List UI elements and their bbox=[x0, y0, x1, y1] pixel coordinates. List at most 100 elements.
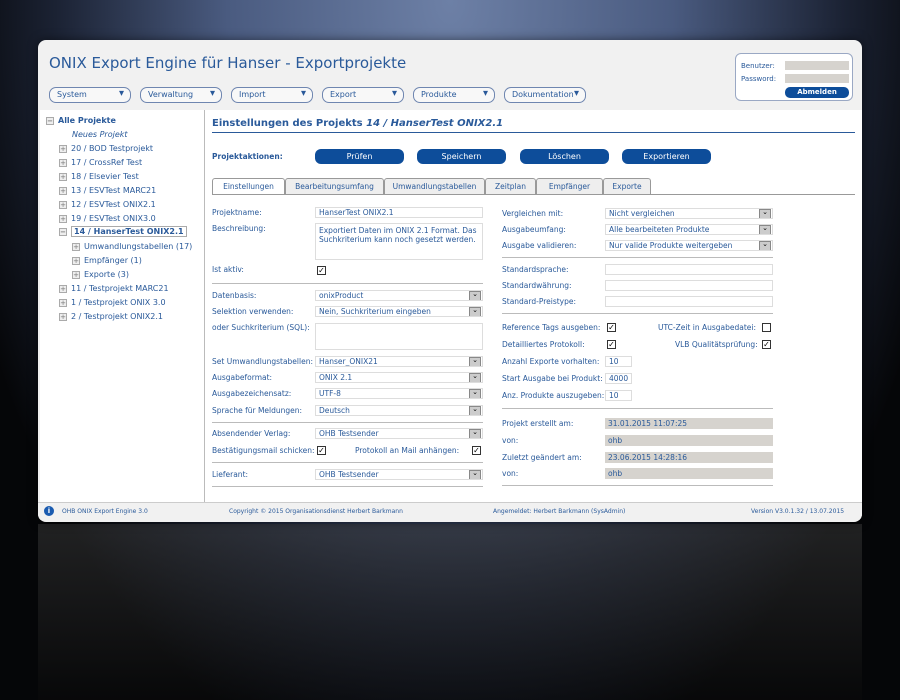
collapse-icon[interactable]: − bbox=[46, 116, 54, 125]
verlag-select[interactable]: OHB Testsender bbox=[315, 428, 483, 439]
expand-icon[interactable]: + bbox=[72, 256, 80, 265]
vergleichen-select[interactable]: Nicht vergleichen bbox=[605, 208, 773, 219]
app-title: ONIX Export Engine für Hanser - Exportpr… bbox=[49, 54, 407, 72]
vergleichen-label: Vergleichen mit: bbox=[502, 209, 564, 218]
selektion-select[interactable]: Nein, Suchkriterium eingeben bbox=[315, 306, 483, 317]
selektion-label: Selektion verwenden: bbox=[212, 307, 294, 316]
expand-icon[interactable]: + bbox=[59, 214, 67, 223]
title-divider bbox=[212, 132, 855, 133]
tree-item[interactable]: +20 / BOD Testprojekt bbox=[59, 144, 153, 153]
menu-produkte[interactable]: Produkte bbox=[413, 87, 495, 103]
expand-icon[interactable]: + bbox=[59, 186, 67, 195]
sql-textarea[interactable] bbox=[315, 323, 483, 350]
tab-umwandlungstabellen[interactable]: Umwandlungstabellen bbox=[384, 178, 485, 194]
validieren-label: Ausgabe validieren: bbox=[502, 241, 577, 250]
protokoll-checkbox[interactable]: ✓ bbox=[472, 446, 481, 455]
menu-export[interactable]: Export bbox=[322, 87, 404, 103]
collapse-icon[interactable]: − bbox=[59, 227, 67, 236]
verlag-label: Absendender Verlag: bbox=[212, 429, 291, 438]
set-label: Set Umwandlungstabellen: bbox=[212, 357, 313, 366]
vlb-label: VLB Qualitätsprüfung: bbox=[675, 340, 758, 349]
erstellt-value: 31.01.2015 11:07:25 bbox=[605, 418, 773, 429]
menu-import[interactable]: Import bbox=[231, 87, 313, 103]
footer-copyright: Copyright © 2015 Organisationsdienst Her… bbox=[229, 508, 403, 515]
footer-version: Version V3.0.1.32 / 13.07.2015 bbox=[751, 508, 845, 515]
expand-icon[interactable]: + bbox=[59, 284, 67, 293]
tab-zeitplan[interactable]: Zeitplan bbox=[485, 178, 536, 194]
tree-item[interactable]: +19 / ESVTest ONIX3.0 bbox=[59, 214, 156, 223]
preistype-input[interactable] bbox=[605, 296, 773, 307]
user-field[interactable] bbox=[785, 61, 849, 70]
tab-exporte[interactable]: Exporte bbox=[603, 178, 651, 194]
expand-icon[interactable]: + bbox=[59, 158, 67, 167]
tree-item[interactable]: +18 / Elsevier Test bbox=[59, 172, 139, 181]
expand-icon[interactable]: + bbox=[59, 172, 67, 181]
tree-new-project[interactable]: Neues Projekt bbox=[72, 130, 128, 139]
tree-child[interactable]: + Empfänger (1) bbox=[72, 256, 142, 265]
menu-verwaltung[interactable]: Verwaltung bbox=[140, 87, 222, 103]
tab-empfaenger[interactable]: Empfänger bbox=[536, 178, 603, 194]
aktiv-checkbox[interactable]: ✓ bbox=[317, 266, 326, 275]
detail-checkbox[interactable]: ✓ bbox=[607, 340, 616, 349]
tree-item[interactable]: +12 / ESVTest ONIX2.1 bbox=[59, 200, 156, 209]
divider bbox=[212, 462, 483, 463]
geaendert-label: Zuletzt geändert am: bbox=[502, 453, 582, 462]
validieren-select[interactable]: Nur valide Produkte weitergeben bbox=[605, 240, 773, 251]
tab-bearbeitungsumfang[interactable]: Bearbeitungsumfang bbox=[285, 178, 384, 194]
tree-child[interactable]: + Exporte (3) bbox=[72, 270, 129, 279]
divider bbox=[212, 486, 483, 487]
mail-checkbox[interactable]: ✓ bbox=[317, 446, 326, 455]
charset-label: Ausgabezeichensatz: bbox=[212, 389, 292, 398]
speichern-button[interactable]: Speichern bbox=[417, 149, 506, 164]
expand-icon[interactable]: + bbox=[59, 312, 67, 321]
menu-system[interactable]: System bbox=[49, 87, 131, 103]
expand-icon[interactable]: + bbox=[59, 144, 67, 153]
expand-icon[interactable]: + bbox=[72, 270, 80, 279]
app-window: ONIX Export Engine für Hanser - Exportpr… bbox=[38, 40, 862, 522]
expand-icon[interactable]: + bbox=[72, 242, 80, 251]
divider bbox=[502, 257, 773, 258]
anzahl-input[interactable]: 10 bbox=[605, 356, 632, 367]
loeschen-button[interactable]: Löschen bbox=[520, 149, 609, 164]
reftags-checkbox[interactable]: ✓ bbox=[607, 323, 616, 332]
tree-item[interactable]: +11 / Testprojekt MARC21 bbox=[59, 284, 169, 293]
standardwaehrung-input[interactable] bbox=[605, 280, 773, 291]
start-input[interactable]: 4000 bbox=[605, 373, 632, 384]
datenbasis-select[interactable]: onixProduct bbox=[315, 290, 483, 301]
tree-item[interactable]: +2 / Testprojekt ONIX2.1 bbox=[59, 312, 163, 321]
set-select[interactable]: Hanser_ONIX21 bbox=[315, 356, 483, 367]
logout-button[interactable]: Abmelden bbox=[785, 87, 849, 98]
utc-checkbox[interactable] bbox=[762, 323, 771, 332]
anz-input[interactable]: 10 bbox=[605, 390, 632, 401]
format-select[interactable]: ONIX 2.1 bbox=[315, 372, 483, 383]
pruefen-button[interactable]: Prüfen bbox=[315, 149, 404, 164]
tree-item[interactable]: +13 / ESVTest MARC21 bbox=[59, 186, 156, 195]
charset-select[interactable]: UTF-8 bbox=[315, 388, 483, 399]
tree-item-selected[interactable]: −14 / HanserTest ONIX2.1 bbox=[59, 226, 187, 237]
lieferant-select[interactable]: OHB Testsender bbox=[315, 469, 483, 480]
protokoll-label: Protokoll an Mail anhängen: bbox=[355, 446, 460, 455]
projektname-input[interactable]: HanserTest ONIX2.1 bbox=[315, 207, 483, 218]
umfang-select[interactable]: Alle bearbeiteten Produkte bbox=[605, 224, 773, 235]
sprache-select[interactable]: Deutsch bbox=[315, 405, 483, 416]
menu-dokumentation[interactable]: Dokumentation bbox=[504, 87, 586, 103]
password-field[interactable] bbox=[785, 74, 849, 83]
sql-label: oder Suchkriterium (SQL): bbox=[212, 323, 310, 332]
tree-root[interactable]: − Alle Projekte bbox=[46, 116, 116, 125]
tree-item[interactable]: +17 / CrossRef Test bbox=[59, 158, 142, 167]
sprache-label: Sprache für Meldungen: bbox=[212, 406, 303, 415]
reftags-label: Reference Tags ausgeben: bbox=[502, 323, 601, 332]
tree-child[interactable]: + Umwandlungstabellen (17) bbox=[72, 242, 192, 251]
exportieren-button[interactable]: Exportieren bbox=[622, 149, 711, 164]
tab-einstellungen[interactable]: Einstellungen bbox=[212, 178, 285, 195]
expand-icon[interactable]: + bbox=[59, 298, 67, 307]
expand-icon[interactable]: + bbox=[59, 200, 67, 209]
umfang-label: Ausgabeumfang: bbox=[502, 225, 566, 234]
standardsprache-input[interactable] bbox=[605, 264, 773, 275]
vlb-checkbox[interactable]: ✓ bbox=[762, 340, 771, 349]
tree-item[interactable]: +1 / Testprojekt ONIX 3.0 bbox=[59, 298, 166, 307]
beschreibung-textarea[interactable]: Exportiert Daten im ONIX 2.1 Format. Das… bbox=[315, 223, 483, 260]
preistype-label: Standard-Preistype: bbox=[502, 297, 577, 306]
format-label: Ausgabeformat: bbox=[212, 373, 273, 382]
login-box: Benutzer: Password: Abmelden bbox=[735, 53, 853, 101]
